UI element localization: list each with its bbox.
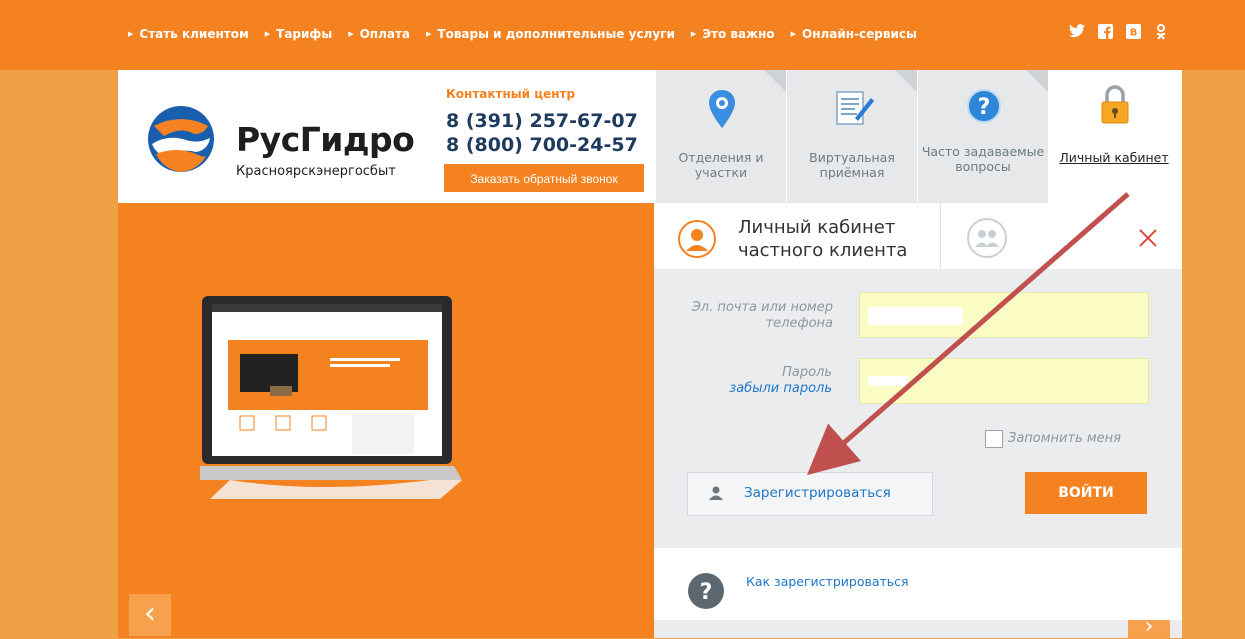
top-nav: ▶ Стать клиентом ▶ Тарифы ▶ Оплата ▶ Товары … (128, 27, 933, 41)
remember-me-checkbox[interactable] (985, 430, 1003, 448)
user-icon (709, 486, 723, 500)
slider-prev-button[interactable]: ‹ (129, 594, 171, 636)
rushydro-logo-icon[interactable] (146, 104, 216, 174)
brand-name: РусГидро (236, 120, 415, 159)
laptop-promo-image (200, 296, 462, 499)
login-title: Личный кабинет частного клиента (738, 217, 908, 261)
help-question-icon: ? (688, 573, 724, 609)
svg-text:B: B (1129, 28, 1137, 39)
hero-right-margin (1182, 203, 1245, 638)
password-field[interactable] (859, 358, 1149, 404)
register-button-label: Зарегистрироваться (744, 485, 891, 501)
nav-become-client[interactable]: ▶ Стать клиентом (128, 27, 249, 41)
contact-center-title: Контактный центр (446, 87, 576, 101)
nav-important[interactable]: ▶ Это важно (691, 27, 775, 41)
header-divider (940, 203, 941, 269)
question-icon: ? (967, 89, 1001, 123)
document-pen-icon (836, 91, 874, 125)
vk-icon[interactable]: B (1124, 24, 1142, 44)
slider-next-button[interactable]: › (1128, 616, 1170, 638)
nav-tariffs[interactable]: ▶ Тарифы (265, 27, 332, 41)
tile-virtual-reception[interactable]: Виртуальная приёмная (787, 70, 917, 203)
remember-me-label: Запомнить меня (1008, 431, 1122, 446)
register-button[interactable]: Зарегистрироваться (687, 472, 933, 516)
facebook-icon[interactable] (1096, 24, 1114, 44)
brand-subtitle: Красноярскэнергосбыт (236, 164, 396, 179)
tile-branches-label: Отделения и участки (678, 150, 764, 180)
tile-personal-account[interactable]: Личный кабинет (1049, 70, 1179, 203)
triangle-bullet-icon: ▶ (348, 30, 354, 38)
tile-branches[interactable]: Отделения и участки (656, 70, 786, 203)
close-icon[interactable] (1138, 228, 1158, 248)
svg-text:?: ? (700, 580, 713, 605)
tile-personal-account-label: Личный кабинет (1059, 150, 1169, 165)
map-pin-icon (709, 90, 735, 128)
twitter-icon[interactable] (1068, 24, 1086, 44)
lock-icon (1101, 85, 1129, 124)
private-client-tab-icon[interactable] (677, 219, 717, 259)
callback-button[interactable]: Заказать обратный звонок (444, 164, 644, 192)
email-field[interactable] (859, 292, 1149, 338)
password-label: Пароль (782, 365, 832, 380)
triangle-bullet-icon: ▶ (426, 30, 432, 38)
corner-fold (895, 70, 917, 92)
chevron-left-icon: ‹ (144, 596, 156, 631)
social-links: B (1068, 24, 1170, 44)
odnoklassniki-icon[interactable] (1152, 24, 1170, 44)
email-label: Эл. почта или номер телефона (691, 300, 833, 331)
legal-client-tab-icon[interactable] (966, 217, 1008, 259)
how-to-register-link[interactable]: Как зарегистрироваться (746, 574, 909, 589)
tile-faq[interactable]: ? Часто задаваемые вопросы (918, 70, 1048, 203)
tile-faq-label: Часто задаваемые вопросы (921, 144, 1045, 174)
password-value-redacted (868, 376, 908, 386)
triangle-bullet-icon: ▶ (790, 30, 796, 38)
nav-payment[interactable]: ▶ Оплата (348, 27, 410, 41)
triangle-bullet-icon: ▶ (128, 30, 134, 38)
login-submit-button[interactable]: ВОЙТИ (1025, 472, 1147, 514)
triangle-bullet-icon: ▶ (690, 30, 697, 38)
chevron-right-icon: › (1144, 614, 1154, 639)
login-footer (654, 548, 1182, 620)
phone-number-1[interactable]: 8 (391) 257-67-07 (446, 110, 638, 132)
triangle-bullet-icon: ▶ (264, 30, 271, 38)
nav-online-services[interactable]: ▶ Онлайн-сервисы (791, 27, 917, 41)
corner-fold (764, 70, 786, 92)
nav-goods-services[interactable]: ▶ Товары и дополнительные услуги (426, 27, 675, 41)
phone-number-2[interactable]: 8 (800) 700-24-57 (446, 134, 638, 156)
email-value-redacted (868, 307, 963, 325)
svg-text:?: ? (978, 95, 991, 120)
corner-fold (1026, 70, 1048, 92)
tile-virtual-reception-label: Виртуальная приёмная (809, 150, 895, 180)
forgot-password-link[interactable]: забыли пароль (708, 381, 832, 396)
